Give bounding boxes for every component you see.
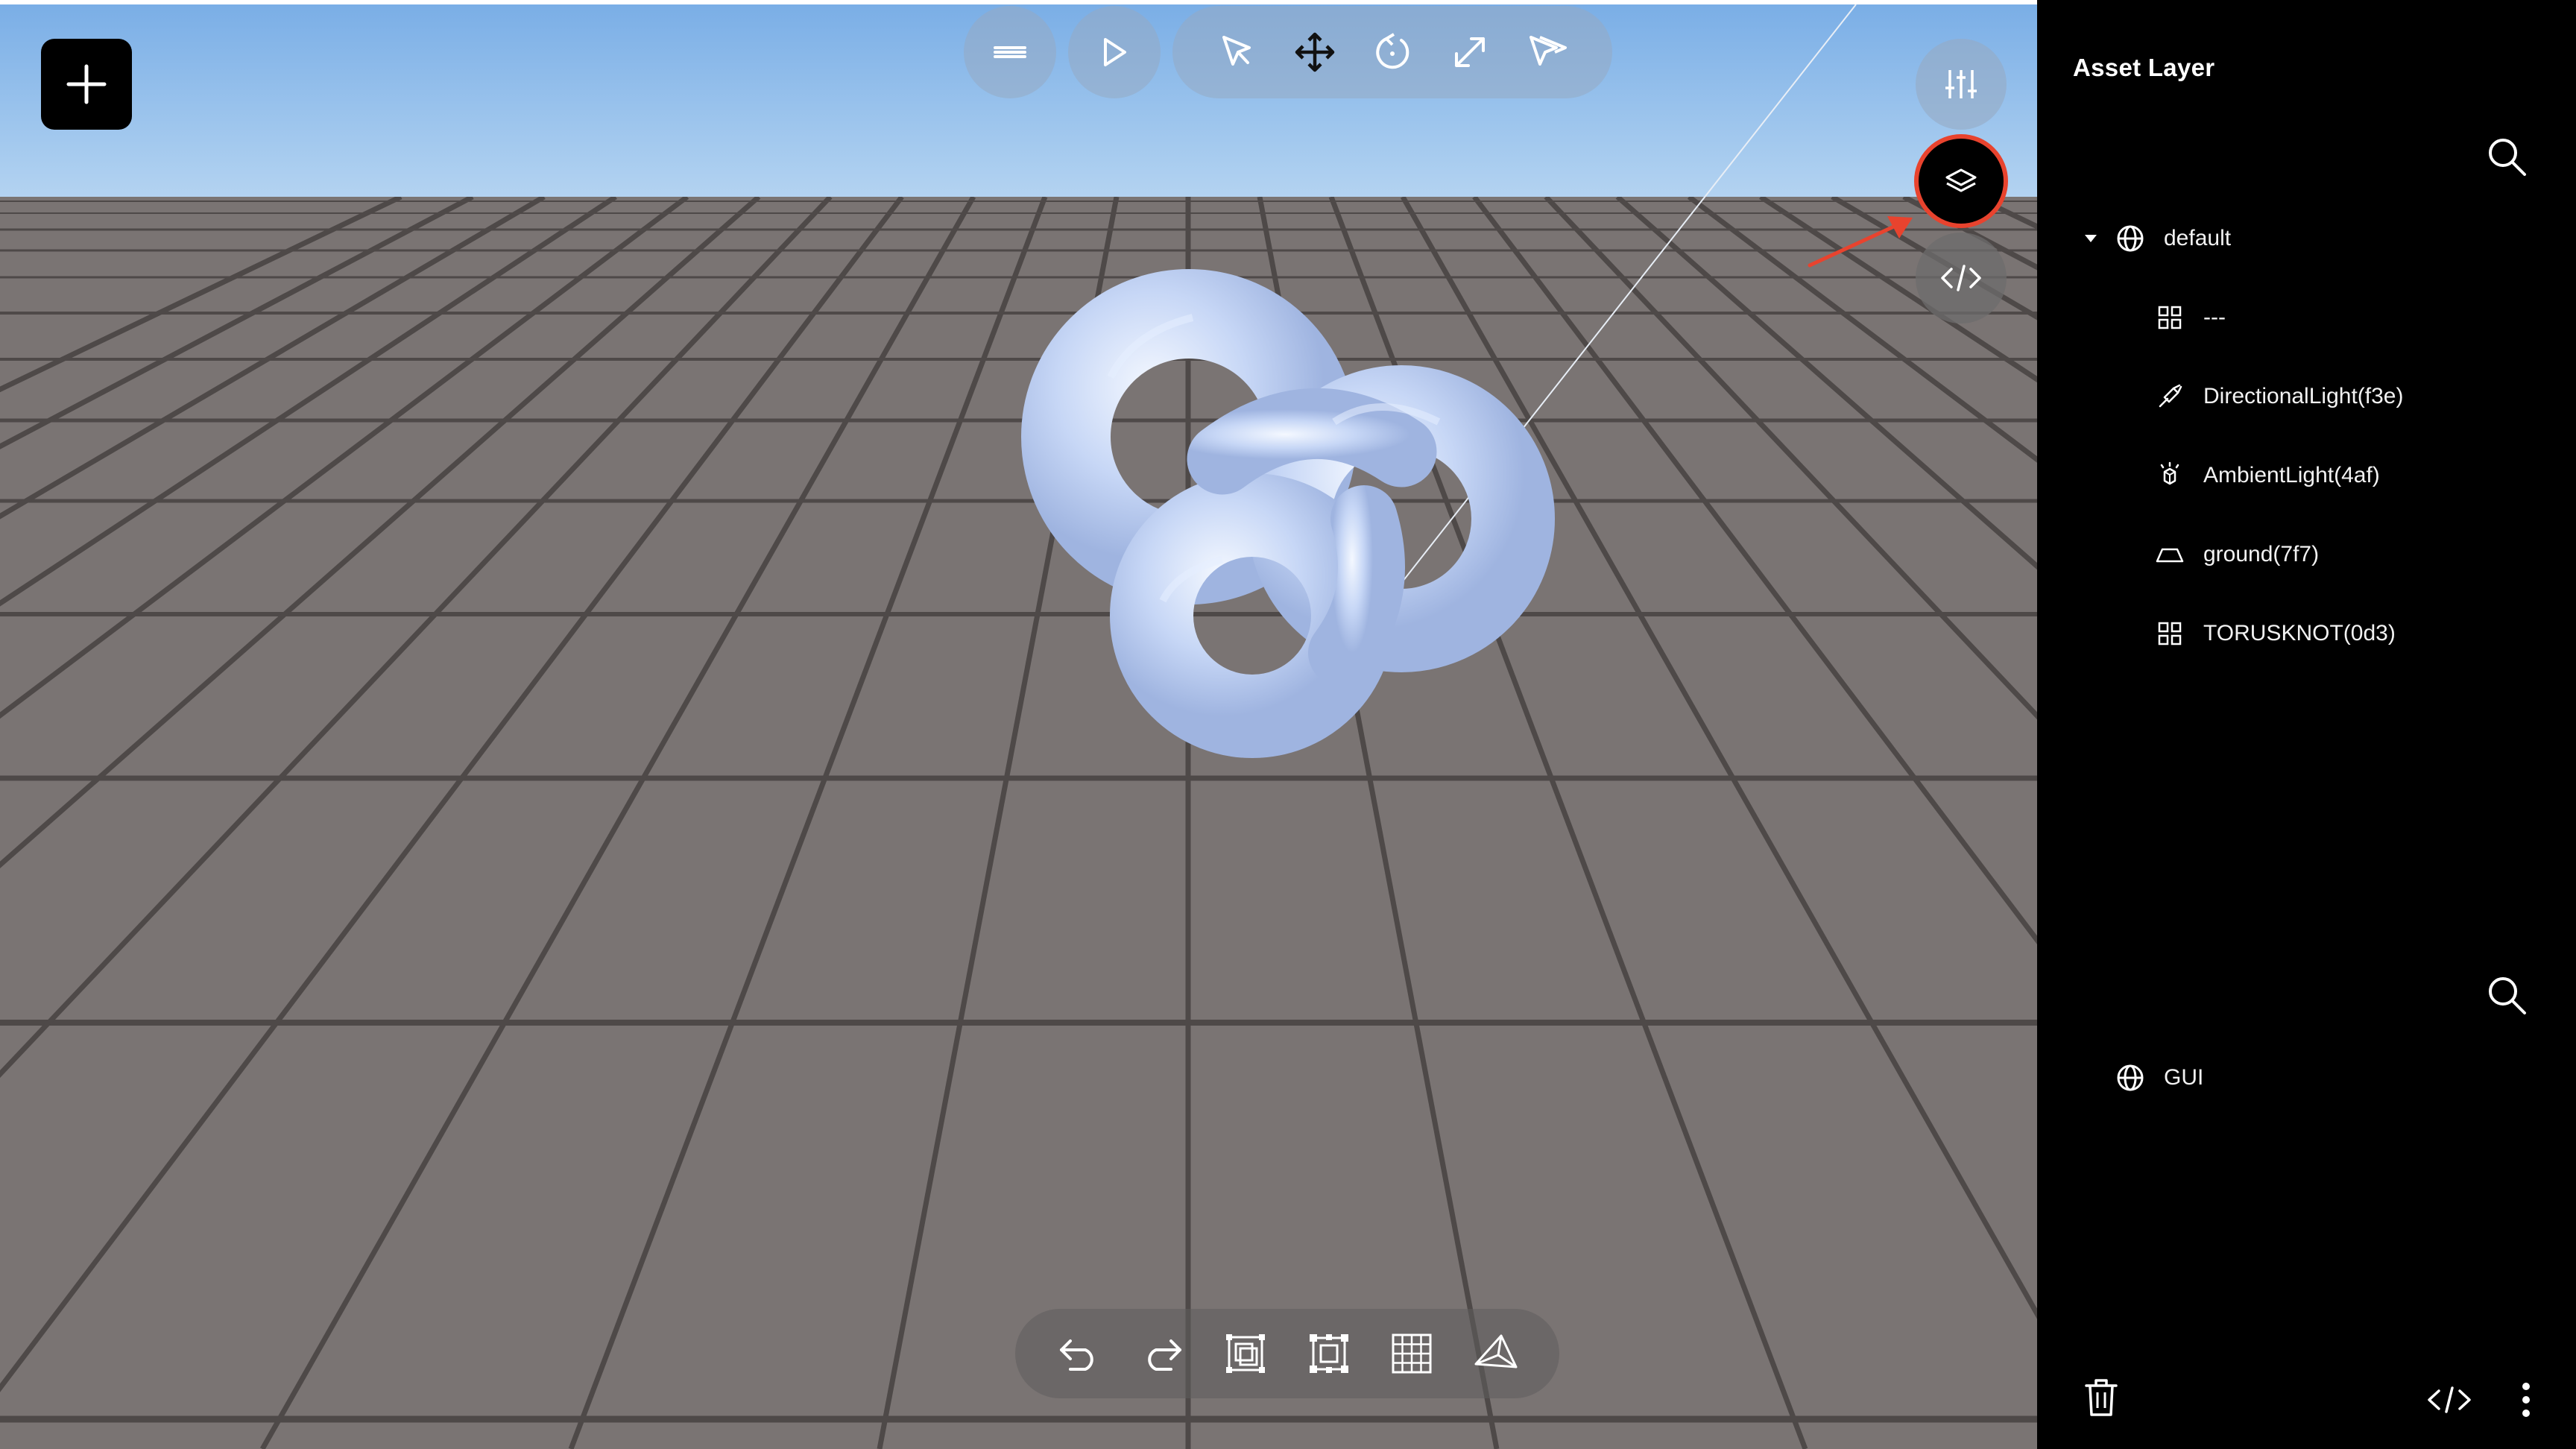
code-icon xyxy=(2428,1386,2471,1413)
transform-tools-group xyxy=(1172,6,1612,98)
delete-button[interactable] xyxy=(2079,1375,2124,1420)
menu-icon xyxy=(994,46,1026,58)
menu-button[interactable] xyxy=(964,6,1056,98)
annotation-arrow xyxy=(1808,216,1913,268)
settings-sliders-icon xyxy=(1945,70,1977,98)
scale-tool-button[interactable] xyxy=(1431,13,1509,91)
tree-item-label: TORUSKNOT(0d3) xyxy=(2203,621,2396,645)
tree-item-label: AmbientLight(4af) xyxy=(2203,463,2380,487)
more-options-button[interactable] xyxy=(2511,1377,2541,1422)
directional-light-ray xyxy=(1363,4,1857,631)
bottom-toolbar xyxy=(1015,1309,1559,1398)
move-tool-button[interactable] xyxy=(1276,13,1354,91)
select-tool-button[interactable] xyxy=(1199,13,1276,91)
app-frame: Asset Layer default --- DirectionalLight… xyxy=(0,0,2576,1449)
redo-button[interactable] xyxy=(1123,1315,1201,1392)
tree-item[interactable]: DirectionalLight(f3e) xyxy=(2153,374,2403,419)
add-asset-button[interactable] xyxy=(41,39,132,130)
gui-search-button[interactable] xyxy=(2484,973,2531,1019)
bounding-box-icon xyxy=(1309,1334,1348,1373)
scale-icon xyxy=(1455,37,1485,67)
select-pointer-icon xyxy=(1222,36,1251,66)
gui-root-label: GUI xyxy=(2164,1065,2204,1090)
layers-icon xyxy=(1945,168,1977,192)
move-icon xyxy=(1295,32,1335,72)
trash-icon xyxy=(2085,1379,2118,1416)
grid-toggle-icon xyxy=(1392,1333,1432,1374)
tree-root-default[interactable]: default xyxy=(2082,216,2231,261)
tree-item[interactable]: AmbientLight(4af) xyxy=(2153,453,2380,498)
bounding-box-button[interactable] xyxy=(1290,1315,1368,1392)
tree-root-gui[interactable]: GUI xyxy=(2113,1055,2203,1100)
code-view-button[interactable] xyxy=(1916,233,2007,323)
tree-item-label: ground(7f7) xyxy=(2203,542,2320,566)
settings-button[interactable] xyxy=(1916,39,2007,130)
tree-item-label: DirectionalLight(f3e) xyxy=(2203,384,2404,408)
directional-light-icon xyxy=(2153,379,2187,414)
undo-icon xyxy=(1059,1339,1093,1371)
code-icon xyxy=(1941,265,1981,291)
rotate-icon xyxy=(1376,33,1409,69)
undo-button[interactable] xyxy=(1041,1315,1118,1392)
grid-toggle-button[interactable] xyxy=(1373,1315,1450,1392)
tree-item[interactable]: ground(7f7) xyxy=(2153,532,2319,577)
scene-viewport[interactable] xyxy=(0,4,2037,1449)
redo-icon xyxy=(1148,1339,1182,1371)
scene-objects xyxy=(1021,4,1857,758)
grid-icon xyxy=(2153,300,2187,335)
torus-knot-object[interactable] xyxy=(1021,269,1555,758)
tree-root-label: default xyxy=(2164,226,2232,250)
ambient-light-icon xyxy=(2153,458,2187,493)
ground-plane-icon xyxy=(2153,537,2187,572)
search-icon xyxy=(2489,139,2526,176)
panel-code-button[interactable] xyxy=(2423,1377,2475,1422)
asset-layer-panel: Asset Layer default --- DirectionalLight… xyxy=(2037,0,2576,1449)
tree-item[interactable]: TORUSKNOT(0d3) xyxy=(2153,611,2396,656)
plus-icon xyxy=(66,64,107,104)
tree-item-label: --- xyxy=(2203,305,2226,329)
asset-search-button[interactable] xyxy=(2484,134,2531,180)
multi-select-pointer-icon xyxy=(1530,36,1567,66)
play-icon xyxy=(1104,38,1126,66)
panel-title: Asset Layer xyxy=(2073,54,2215,81)
search-icon xyxy=(2489,977,2526,1014)
rotate-tool-button[interactable] xyxy=(1354,13,1431,91)
more-vertical-icon xyxy=(2522,1383,2530,1417)
multi-select-tool-button[interactable] xyxy=(1509,13,1586,91)
tree-item[interactable]: --- xyxy=(2153,295,2226,340)
caret-down-icon[interactable] xyxy=(2082,221,2100,256)
duplicate-button[interactable] xyxy=(1207,1315,1284,1392)
duplicate-icon xyxy=(1226,1334,1266,1373)
layers-button[interactable] xyxy=(1914,134,2008,228)
globe-icon xyxy=(2113,1061,2147,1095)
globe-icon xyxy=(2113,221,2147,256)
camera-icon xyxy=(1474,1334,1518,1368)
play-button[interactable] xyxy=(1068,6,1161,98)
grid-icon xyxy=(2153,616,2187,651)
camera-button[interactable] xyxy=(1456,1315,1534,1392)
